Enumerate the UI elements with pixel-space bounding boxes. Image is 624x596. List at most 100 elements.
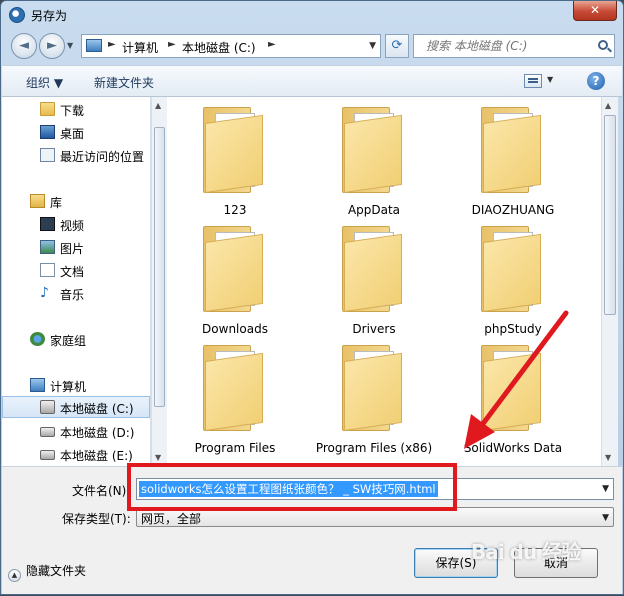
scroll-up-icon[interactable]: ▲ (155, 101, 161, 110)
folder-item[interactable]: Drivers (314, 218, 434, 336)
forward-button[interactable]: ► (39, 33, 65, 59)
folder-name: Program Files (194, 441, 276, 455)
file-list-scrollbar[interactable]: ▲ ▼ (601, 97, 618, 466)
address-dropdown-icon[interactable]: ▼ (369, 41, 376, 51)
search-input[interactable] (414, 35, 594, 57)
command-toolbar: 组织 ▼ 新建文件夹 ▼ ? (2, 65, 622, 97)
title-bar: 另存为 ✕ (1, 1, 623, 29)
folder-item[interactable]: SolidWorks Data (453, 337, 573, 455)
folder-item[interactable]: 123 (175, 99, 295, 217)
window-title: 另存为 (31, 9, 68, 23)
folder-item[interactable]: DIAOZHUANG (453, 99, 573, 217)
sidebar-item-label: 音乐 (60, 288, 85, 302)
sidebar-item-label: 最近访问的位置 (60, 150, 145, 164)
organize-menu[interactable]: 组织 ▼ (26, 74, 63, 91)
help-icon[interactable]: ? (587, 72, 605, 90)
computer-icon (30, 378, 45, 392)
homegroup-icon (30, 332, 45, 346)
scroll-up-icon[interactable]: ▲ (605, 101, 611, 110)
folder-icon (203, 226, 265, 314)
sidebar-item-label: 家庭组 (50, 334, 87, 348)
sidebar-item-label: 计算机 (50, 380, 87, 394)
sidebar-item-pictures[interactable]: 图片 (2, 237, 150, 259)
drive-icon (40, 400, 55, 414)
sidebar-item-recent-places[interactable]: 最近访问的位置 (2, 145, 150, 167)
search-icon[interactable] (598, 40, 608, 50)
history-dropdown-icon[interactable]: ▼ (67, 41, 73, 50)
refresh-button[interactable]: ⟳ (385, 34, 409, 58)
desktop-icon (40, 125, 55, 139)
breadcrumb-separator-icon[interactable]: ► (108, 39, 116, 50)
sidebar-item-label: 库 (50, 196, 63, 210)
pictures-icon (40, 240, 55, 254)
sidebar-item-computer[interactable]: 计算机 (2, 375, 150, 397)
scrollbar-thumb[interactable] (154, 127, 165, 407)
recent-places-icon (40, 148, 55, 162)
baidu-watermark: Bai du 经验 (471, 540, 581, 564)
hide-folders-toggle[interactable]: ▲ 隐藏文件夹 (8, 562, 86, 582)
new-folder-button[interactable]: 新建文件夹 (94, 74, 154, 91)
sidebar-item-label: 图片 (60, 242, 85, 256)
navigation-pane: 下载 桌面 最近访问的位置 库 视频 图片 文档 ♪ 音乐 家庭组 计算机 本地… (2, 97, 151, 466)
chevron-up-icon: ▲ (8, 569, 21, 582)
folder-item[interactable]: AppData (314, 99, 434, 217)
folder-icon (342, 107, 404, 195)
sidebar-item-label: 文档 (60, 265, 85, 279)
scrollbar-thumb[interactable] (604, 115, 616, 315)
folder-name: Program Files (x86) (315, 441, 433, 455)
view-dropdown-icon[interactable]: ▼ (547, 75, 553, 84)
navigation-pane-scrollbar[interactable]: ▲ ▼ (151, 97, 167, 466)
folder-icon (342, 345, 404, 433)
scroll-down-icon[interactable]: ▼ (605, 453, 611, 462)
folder-item[interactable]: phpStudy (453, 218, 573, 336)
view-options-icon[interactable] (524, 74, 542, 88)
sidebar-item-videos[interactable]: 视频 (2, 214, 150, 236)
save-as-dialog: 另存为 ✕ ◄ ► ▼ ► 计算机 ► 本地磁盘 (C:) ► ▼ ⟳ 组织 ▼… (0, 0, 624, 595)
sidebar-item-drive-d[interactable]: 本地磁盘 (D:) (2, 421, 150, 443)
breadcrumb-separator-icon[interactable]: ► (268, 39, 276, 50)
annotation-highlight-box (127, 463, 457, 511)
folder-icon (481, 345, 543, 433)
drive-icon (40, 427, 55, 437)
folder-name: AppData (347, 203, 401, 217)
sidebar-item-documents[interactable]: 文档 (2, 260, 150, 282)
file-list: 123 AppData DIAOZHUANG Downloads Drivers… (167, 97, 601, 466)
folder-item[interactable]: Program Files (x86) (314, 337, 434, 455)
folder-name: SolidWorks Data (463, 441, 563, 455)
folder-item[interactable]: Downloads (175, 218, 295, 336)
breadcrumb-drive-c[interactable]: 本地磁盘 (C:) (182, 39, 256, 56)
search-box[interactable] (413, 34, 615, 58)
app-icon (9, 7, 25, 23)
folder-name: Downloads (202, 322, 268, 336)
filetype-dropdown-icon[interactable]: ▼ (602, 513, 609, 523)
sidebar-item-music[interactable]: ♪ 音乐 (2, 283, 150, 305)
breadcrumb-separator-icon[interactable]: ► (168, 39, 176, 50)
sidebar-item-label: 本地磁盘 (E:) (60, 449, 133, 463)
address-bar[interactable]: ► 计算机 ► 本地磁盘 (C:) ► ▼ (81, 34, 381, 58)
folder-name: phpStudy (484, 322, 542, 336)
filename-dropdown-icon[interactable]: ▼ (602, 484, 609, 494)
hide-folders-label: 隐藏文件夹 (26, 564, 87, 578)
sidebar-item-libraries[interactable]: 库 (2, 191, 150, 213)
folder-name: 123 (223, 203, 247, 217)
filetype-value: 网页，全部 (141, 512, 202, 526)
navigation-bar: ◄ ► ▼ ► 计算机 ► 本地磁盘 (C:) ► ▼ ⟳ (1, 29, 623, 65)
folder-name: DIAOZHUANG (471, 203, 555, 217)
back-button[interactable]: ◄ (11, 33, 37, 59)
sidebar-item-desktop[interactable]: 桌面 (2, 122, 150, 144)
sidebar-item-drive-c[interactable]: 本地磁盘 (C:) (2, 396, 150, 418)
computer-icon (86, 39, 102, 52)
sidebar-item-downloads[interactable]: 下载 (2, 99, 150, 121)
videos-icon (40, 217, 55, 231)
libraries-icon (30, 194, 45, 208)
sidebar-item-label: 本地磁盘 (D:) (60, 426, 135, 440)
breadcrumb-computer[interactable]: 计算机 (122, 39, 158, 56)
filename-label: 文件名(N): (72, 484, 131, 498)
close-button[interactable]: ✕ (573, 1, 617, 21)
folder-icon (342, 226, 404, 314)
folder-item[interactable]: Program Files (175, 337, 295, 455)
scroll-down-icon[interactable]: ▼ (155, 453, 161, 462)
folder-icon (203, 107, 265, 195)
sidebar-item-homegroup[interactable]: 家庭组 (2, 329, 150, 351)
drive-icon (40, 450, 55, 460)
